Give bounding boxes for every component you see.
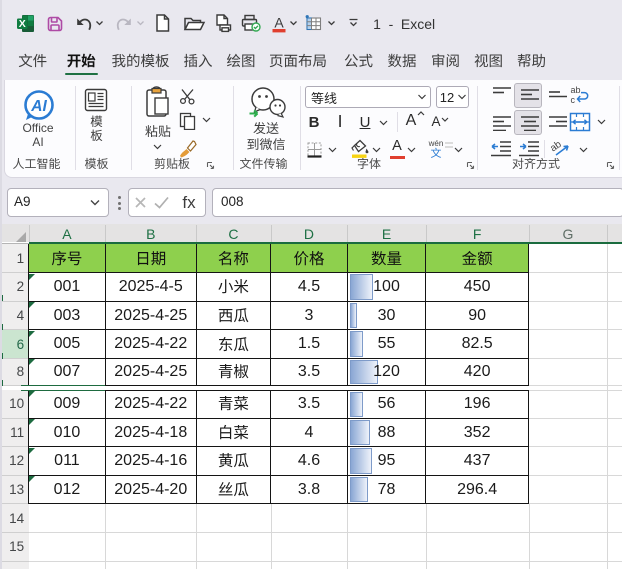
svg-text:c: c xyxy=(571,95,576,105)
svg-text:ab: ab xyxy=(571,85,581,95)
svg-text:A: A xyxy=(274,15,284,31)
svg-text:文: 文 xyxy=(431,145,442,160)
svg-text:AI: AI xyxy=(30,98,47,115)
svg-text:X: X xyxy=(19,18,26,30)
svg-text:ab: ab xyxy=(549,139,564,155)
